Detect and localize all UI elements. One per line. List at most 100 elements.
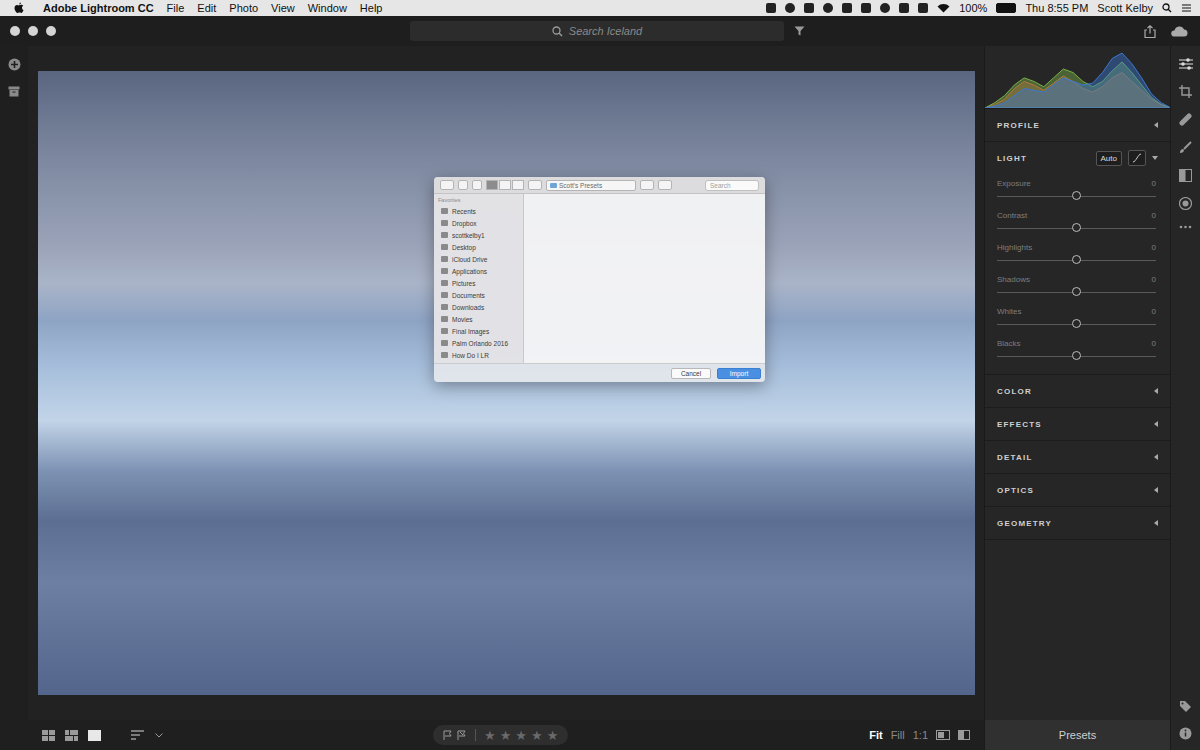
more-icon[interactable] bbox=[1179, 225, 1192, 229]
spotlight-icon[interactable] bbox=[1162, 3, 1172, 13]
notifications-icon[interactable] bbox=[1181, 3, 1192, 13]
collapse-arrow-icon[interactable] bbox=[1154, 487, 1158, 493]
forward-button[interactable] bbox=[472, 180, 482, 190]
status-icon[interactable] bbox=[861, 3, 871, 13]
battery-icon[interactable] bbox=[996, 3, 1016, 13]
close-button[interactable] bbox=[10, 26, 20, 36]
path-popup[interactable]: Scott's Presets bbox=[546, 180, 636, 191]
detail-view-icon[interactable] bbox=[88, 730, 101, 741]
sidebar-item[interactable]: Final Images bbox=[438, 325, 519, 337]
sidebar-item[interactable]: Applications bbox=[438, 265, 519, 277]
section-header[interactable]: DETAIL bbox=[985, 441, 1170, 473]
slider-track[interactable] bbox=[997, 356, 1156, 357]
dialog-button[interactable]: Cancel bbox=[671, 368, 711, 379]
tag-icon[interactable] bbox=[1179, 700, 1192, 713]
healing-brush-icon[interactable] bbox=[1179, 113, 1192, 126]
zoom-option[interactable]: Fit bbox=[869, 729, 882, 741]
menu-item[interactable]: Photo bbox=[229, 2, 258, 14]
status-icon[interactable] bbox=[804, 3, 814, 13]
slider-value[interactable]: 0 bbox=[1152, 179, 1156, 188]
menu-item[interactable]: File bbox=[167, 2, 185, 14]
slider-track[interactable] bbox=[997, 228, 1156, 229]
brush-icon[interactable] bbox=[1179, 141, 1192, 154]
status-icon[interactable] bbox=[842, 3, 852, 13]
section-header[interactable]: LIGHTAuto bbox=[985, 142, 1170, 174]
airplay-icon[interactable] bbox=[918, 3, 928, 13]
share-icon[interactable] bbox=[1144, 25, 1156, 38]
section-header[interactable]: COLOR bbox=[985, 375, 1170, 407]
status-icon[interactable] bbox=[785, 3, 795, 13]
share-button[interactable] bbox=[640, 180, 654, 190]
slider-knob[interactable] bbox=[1072, 255, 1081, 264]
slider-value[interactable]: 0 bbox=[1152, 243, 1156, 252]
collapse-arrow-icon[interactable] bbox=[1154, 520, 1158, 526]
search-field[interactable]: Search Iceland bbox=[410, 21, 784, 41]
sort-icon[interactable] bbox=[131, 730, 145, 740]
zoom-button[interactable] bbox=[46, 26, 56, 36]
slider-value[interactable]: 0 bbox=[1152, 275, 1156, 284]
compare-icon[interactable] bbox=[936, 730, 950, 740]
slider-track[interactable] bbox=[997, 292, 1156, 293]
sidebar-item[interactable]: Palm Orlando 2016 bbox=[438, 337, 519, 349]
slider-value[interactable]: 0 bbox=[1152, 307, 1156, 316]
library-icon[interactable] bbox=[8, 86, 20, 97]
auto-button[interactable]: Auto bbox=[1096, 151, 1122, 166]
sidebar-item[interactable]: Downloads bbox=[438, 301, 519, 313]
sidebar-item[interactable]: Documents bbox=[438, 289, 519, 301]
section-header[interactable]: OPTICS bbox=[985, 474, 1170, 506]
crop-icon[interactable] bbox=[1179, 85, 1192, 98]
slider-knob[interactable] bbox=[1072, 287, 1081, 296]
apple-icon[interactable] bbox=[14, 2, 24, 14]
slider-knob[interactable] bbox=[1072, 351, 1081, 360]
linear-gradient-icon[interactable] bbox=[1179, 169, 1192, 182]
slider-track[interactable] bbox=[997, 260, 1156, 261]
slider-knob[interactable] bbox=[1072, 319, 1081, 328]
wifi-icon[interactable] bbox=[937, 3, 950, 13]
section-header[interactable]: PROFILE bbox=[985, 109, 1170, 141]
section-header[interactable]: GEOMETRY bbox=[985, 507, 1170, 539]
slider-value[interactable]: 0 bbox=[1152, 211, 1156, 220]
slider-track[interactable] bbox=[997, 324, 1156, 325]
cloud-icon[interactable] bbox=[1170, 25, 1188, 37]
radial-gradient-icon[interactable] bbox=[1179, 197, 1192, 210]
slider-knob[interactable] bbox=[1072, 191, 1081, 200]
rating-star[interactable]: ★ bbox=[484, 729, 496, 742]
add-photos-icon[interactable] bbox=[8, 58, 21, 71]
user-name[interactable]: Scott Kelby bbox=[1097, 2, 1153, 14]
sidebar-item[interactable]: Pictures bbox=[438, 277, 519, 289]
filter-icon[interactable] bbox=[794, 26, 805, 36]
collapse-arrow-icon[interactable] bbox=[1152, 156, 1158, 160]
time-machine-icon[interactable] bbox=[880, 3, 890, 13]
rating-star[interactable]: ★ bbox=[515, 729, 527, 742]
collapse-arrow-icon[interactable] bbox=[1154, 421, 1158, 427]
menu-item[interactable]: Window bbox=[308, 2, 347, 14]
slider-knob[interactable] bbox=[1072, 223, 1081, 232]
menu-item[interactable]: Help bbox=[360, 2, 383, 14]
photo-grid-icon[interactable] bbox=[65, 730, 78, 741]
sidebar-item[interactable]: Desktop bbox=[438, 241, 519, 253]
sidebar-item[interactable]: scottkelby1 bbox=[438, 229, 519, 241]
photo[interactable]: Scott's PresetsSearchFavoritesRecentsDro… bbox=[38, 71, 975, 695]
info-icon[interactable] bbox=[823, 3, 833, 13]
sidebar-item[interactable]: iCloud Drive bbox=[438, 253, 519, 265]
edit-sliders-icon[interactable] bbox=[1179, 58, 1193, 70]
file-list[interactable] bbox=[524, 194, 765, 363]
rating-star[interactable]: ★ bbox=[531, 729, 543, 742]
slider-track[interactable] bbox=[997, 196, 1156, 197]
sidebar-item[interactable]: Recents bbox=[438, 205, 519, 217]
sidebar-item[interactable]: How Do I LR bbox=[438, 349, 519, 361]
zoom-option[interactable]: Fill bbox=[891, 729, 905, 741]
info-icon[interactable] bbox=[1179, 727, 1192, 740]
slider-value[interactable]: 0 bbox=[1152, 339, 1156, 348]
rating-star[interactable]: ★ bbox=[547, 729, 559, 742]
dropbox-icon[interactable] bbox=[766, 3, 776, 13]
sidebar-item[interactable]: Dropbox bbox=[438, 217, 519, 229]
rating-star[interactable]: ★ bbox=[500, 729, 512, 742]
tone-curve-button[interactable] bbox=[1128, 150, 1146, 166]
app-menu[interactable]: Adobe Lightroom CC bbox=[43, 2, 154, 14]
minimize-button[interactable] bbox=[28, 26, 38, 36]
reject-flag-icon[interactable] bbox=[457, 730, 467, 740]
clock[interactable]: Thu 8:55 PM bbox=[1025, 2, 1088, 14]
menu-item[interactable]: View bbox=[271, 2, 295, 14]
collapse-arrow-icon[interactable] bbox=[1154, 388, 1158, 394]
